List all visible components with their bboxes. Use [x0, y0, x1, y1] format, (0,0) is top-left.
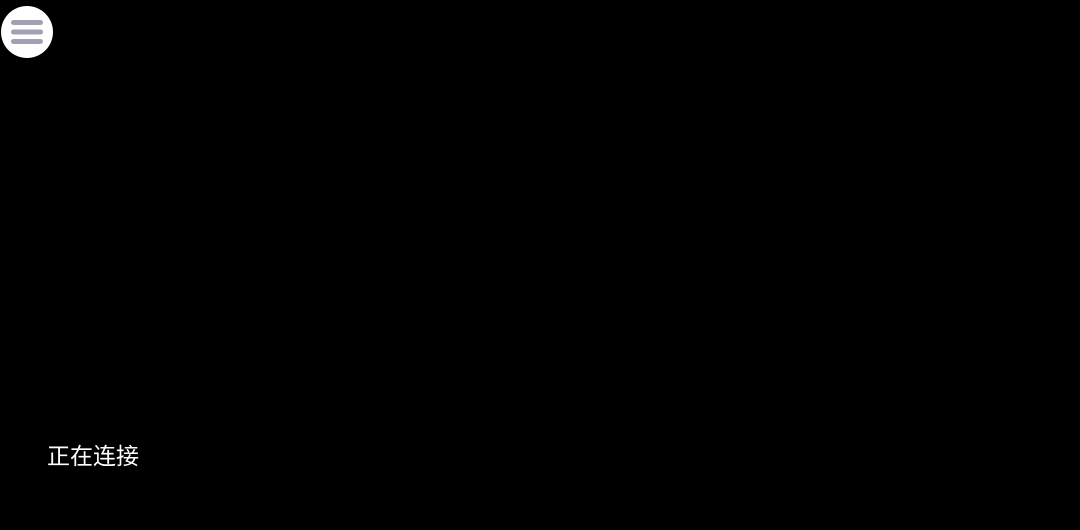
hamburger-menu-icon: [11, 20, 43, 44]
menu-button[interactable]: [1, 6, 53, 58]
connection-status-text: 正在连接: [47, 444, 139, 470]
remote-screen[interactable]: 正在连接: [0, 0, 1080, 530]
